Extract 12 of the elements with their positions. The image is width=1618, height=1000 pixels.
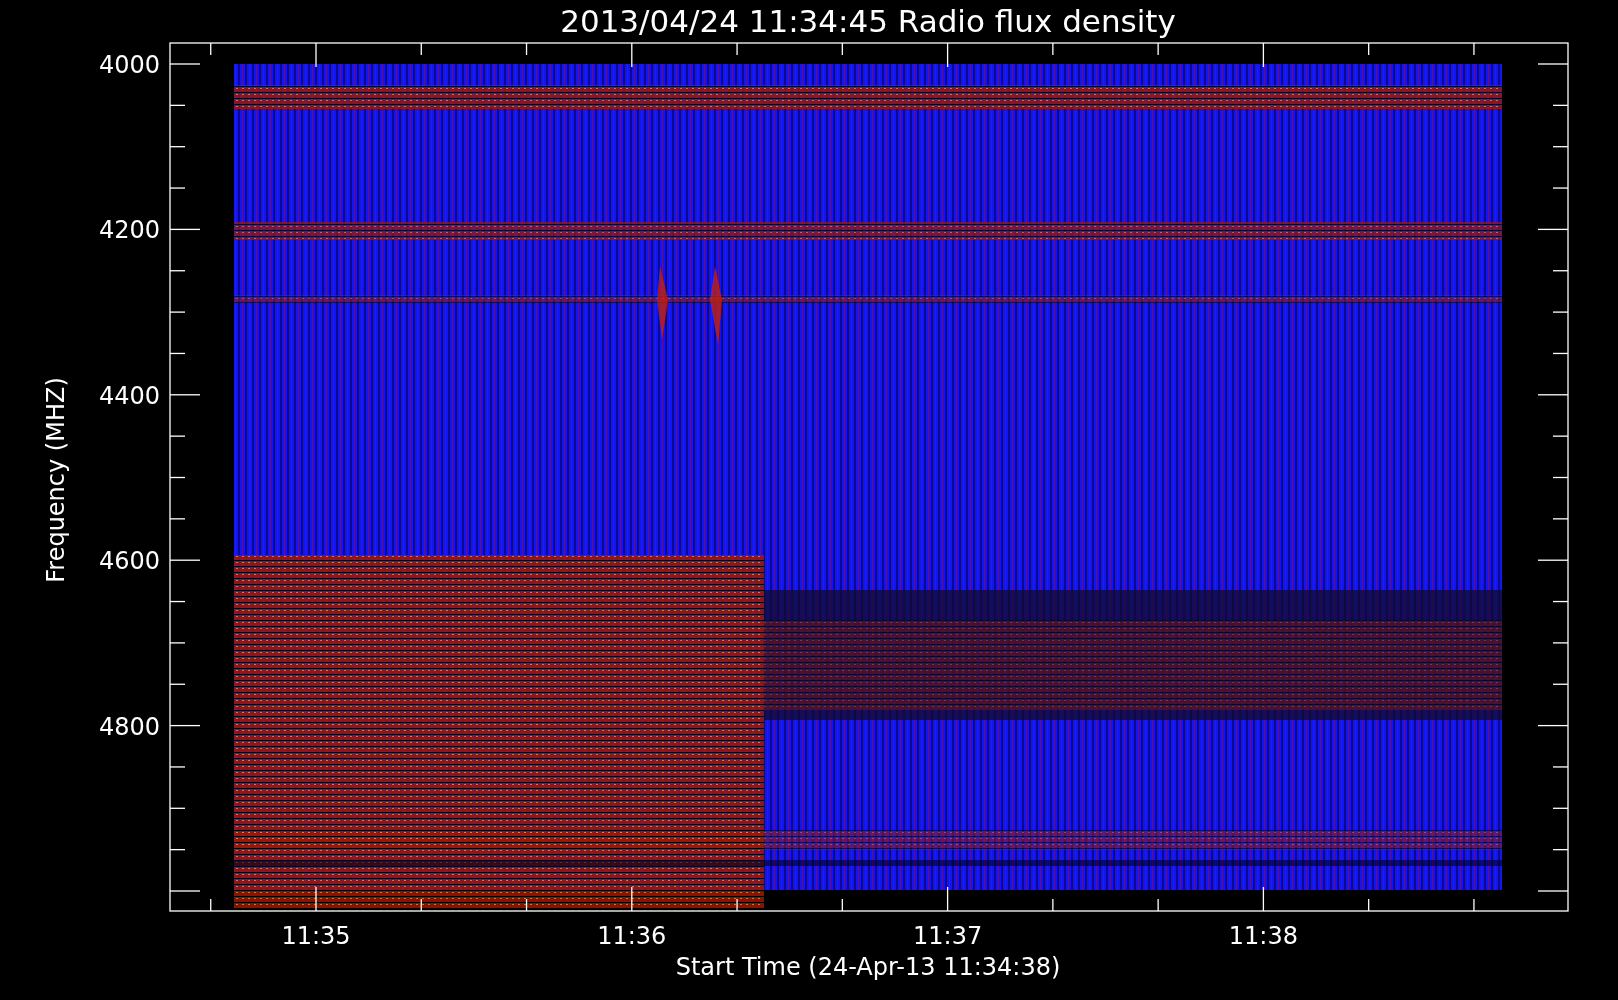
x-tick-label: 11:37 xyxy=(913,922,983,950)
y-axis-label: Frequency (MHZ) xyxy=(42,377,70,583)
x-tick-label: 11:35 xyxy=(281,922,351,950)
y-tick-label: 4000 xyxy=(98,51,160,79)
x-axis-label: Start Time (24-Apr-13 11:34:38) xyxy=(675,953,1061,981)
y-tick-label: 4600 xyxy=(98,547,160,576)
y-tick-label: 4200 xyxy=(98,216,160,245)
x-tick-label: 11:36 xyxy=(597,922,667,950)
chart-title: 2013/04/24 11:34:45 Radio flux density xyxy=(560,3,1176,39)
y-tick-label: 4800 xyxy=(98,712,160,741)
x-tick-label: 11:38 xyxy=(1228,922,1298,950)
y-tick-label: 4400 xyxy=(98,381,160,410)
